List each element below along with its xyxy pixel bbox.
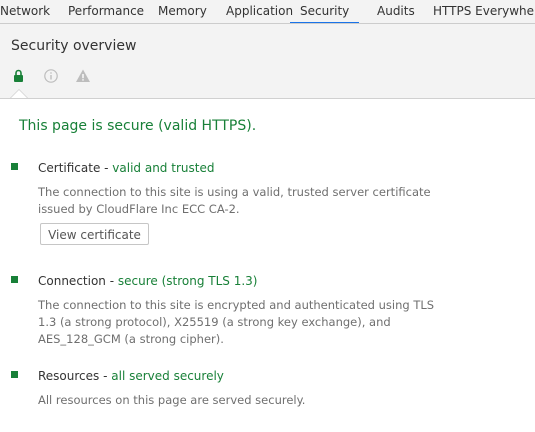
view-certificate-button[interactable]: View certificate [40,223,149,245]
tab-performance[interactable]: Performance [68,0,144,23]
connection-title: Connection - secure (strong TLS 1.3) [38,274,257,288]
tab-network[interactable]: Network [0,0,50,23]
security-main-panel: This page is secure (valid HTTPS). Certi… [0,99,535,432]
selection-caret [11,90,27,98]
connection-description: The connection to this site is encrypted… [38,298,435,346]
resources-title-label: Resources - [38,369,112,383]
tab-https-everywhere[interactable]: HTTPS Everywhere [433,0,535,23]
devtools-tab-bar: Network Performance Memory Application S… [0,0,535,24]
certificate-title: Certificate - valid and trusted [38,161,214,175]
lock-icon[interactable] [9,66,29,86]
tab-security[interactable]: Security [290,0,360,23]
info-icon[interactable] [41,66,61,86]
tab-memory[interactable]: Memory [158,0,207,23]
warning-icon[interactable] [73,66,93,86]
certificate-description: The connection to this site is using a v… [38,185,431,216]
tab-application[interactable]: Application [226,0,293,23]
security-summary: This page is secure (valid HTTPS). [19,118,257,134]
resources-title: Resources - all served securely [38,369,224,383]
secure-bullet-icon [11,371,18,378]
secure-bullet-icon [11,276,18,283]
resources-description: All resources on this page are served se… [38,393,306,407]
certificate-status: valid and trusted [112,161,215,175]
connection-status: secure (strong TLS 1.3) [117,274,258,288]
security-overview-header: Security overview [0,24,535,99]
security-state-icons [0,66,200,86]
certificate-title-label: Certificate - [38,161,113,175]
secure-bullet-icon [11,163,18,170]
page-title: Security overview [11,38,137,54]
resources-status: all served securely [111,369,224,383]
connection-title-label: Connection - [38,274,118,288]
tab-audits[interactable]: Audits [377,0,415,23]
